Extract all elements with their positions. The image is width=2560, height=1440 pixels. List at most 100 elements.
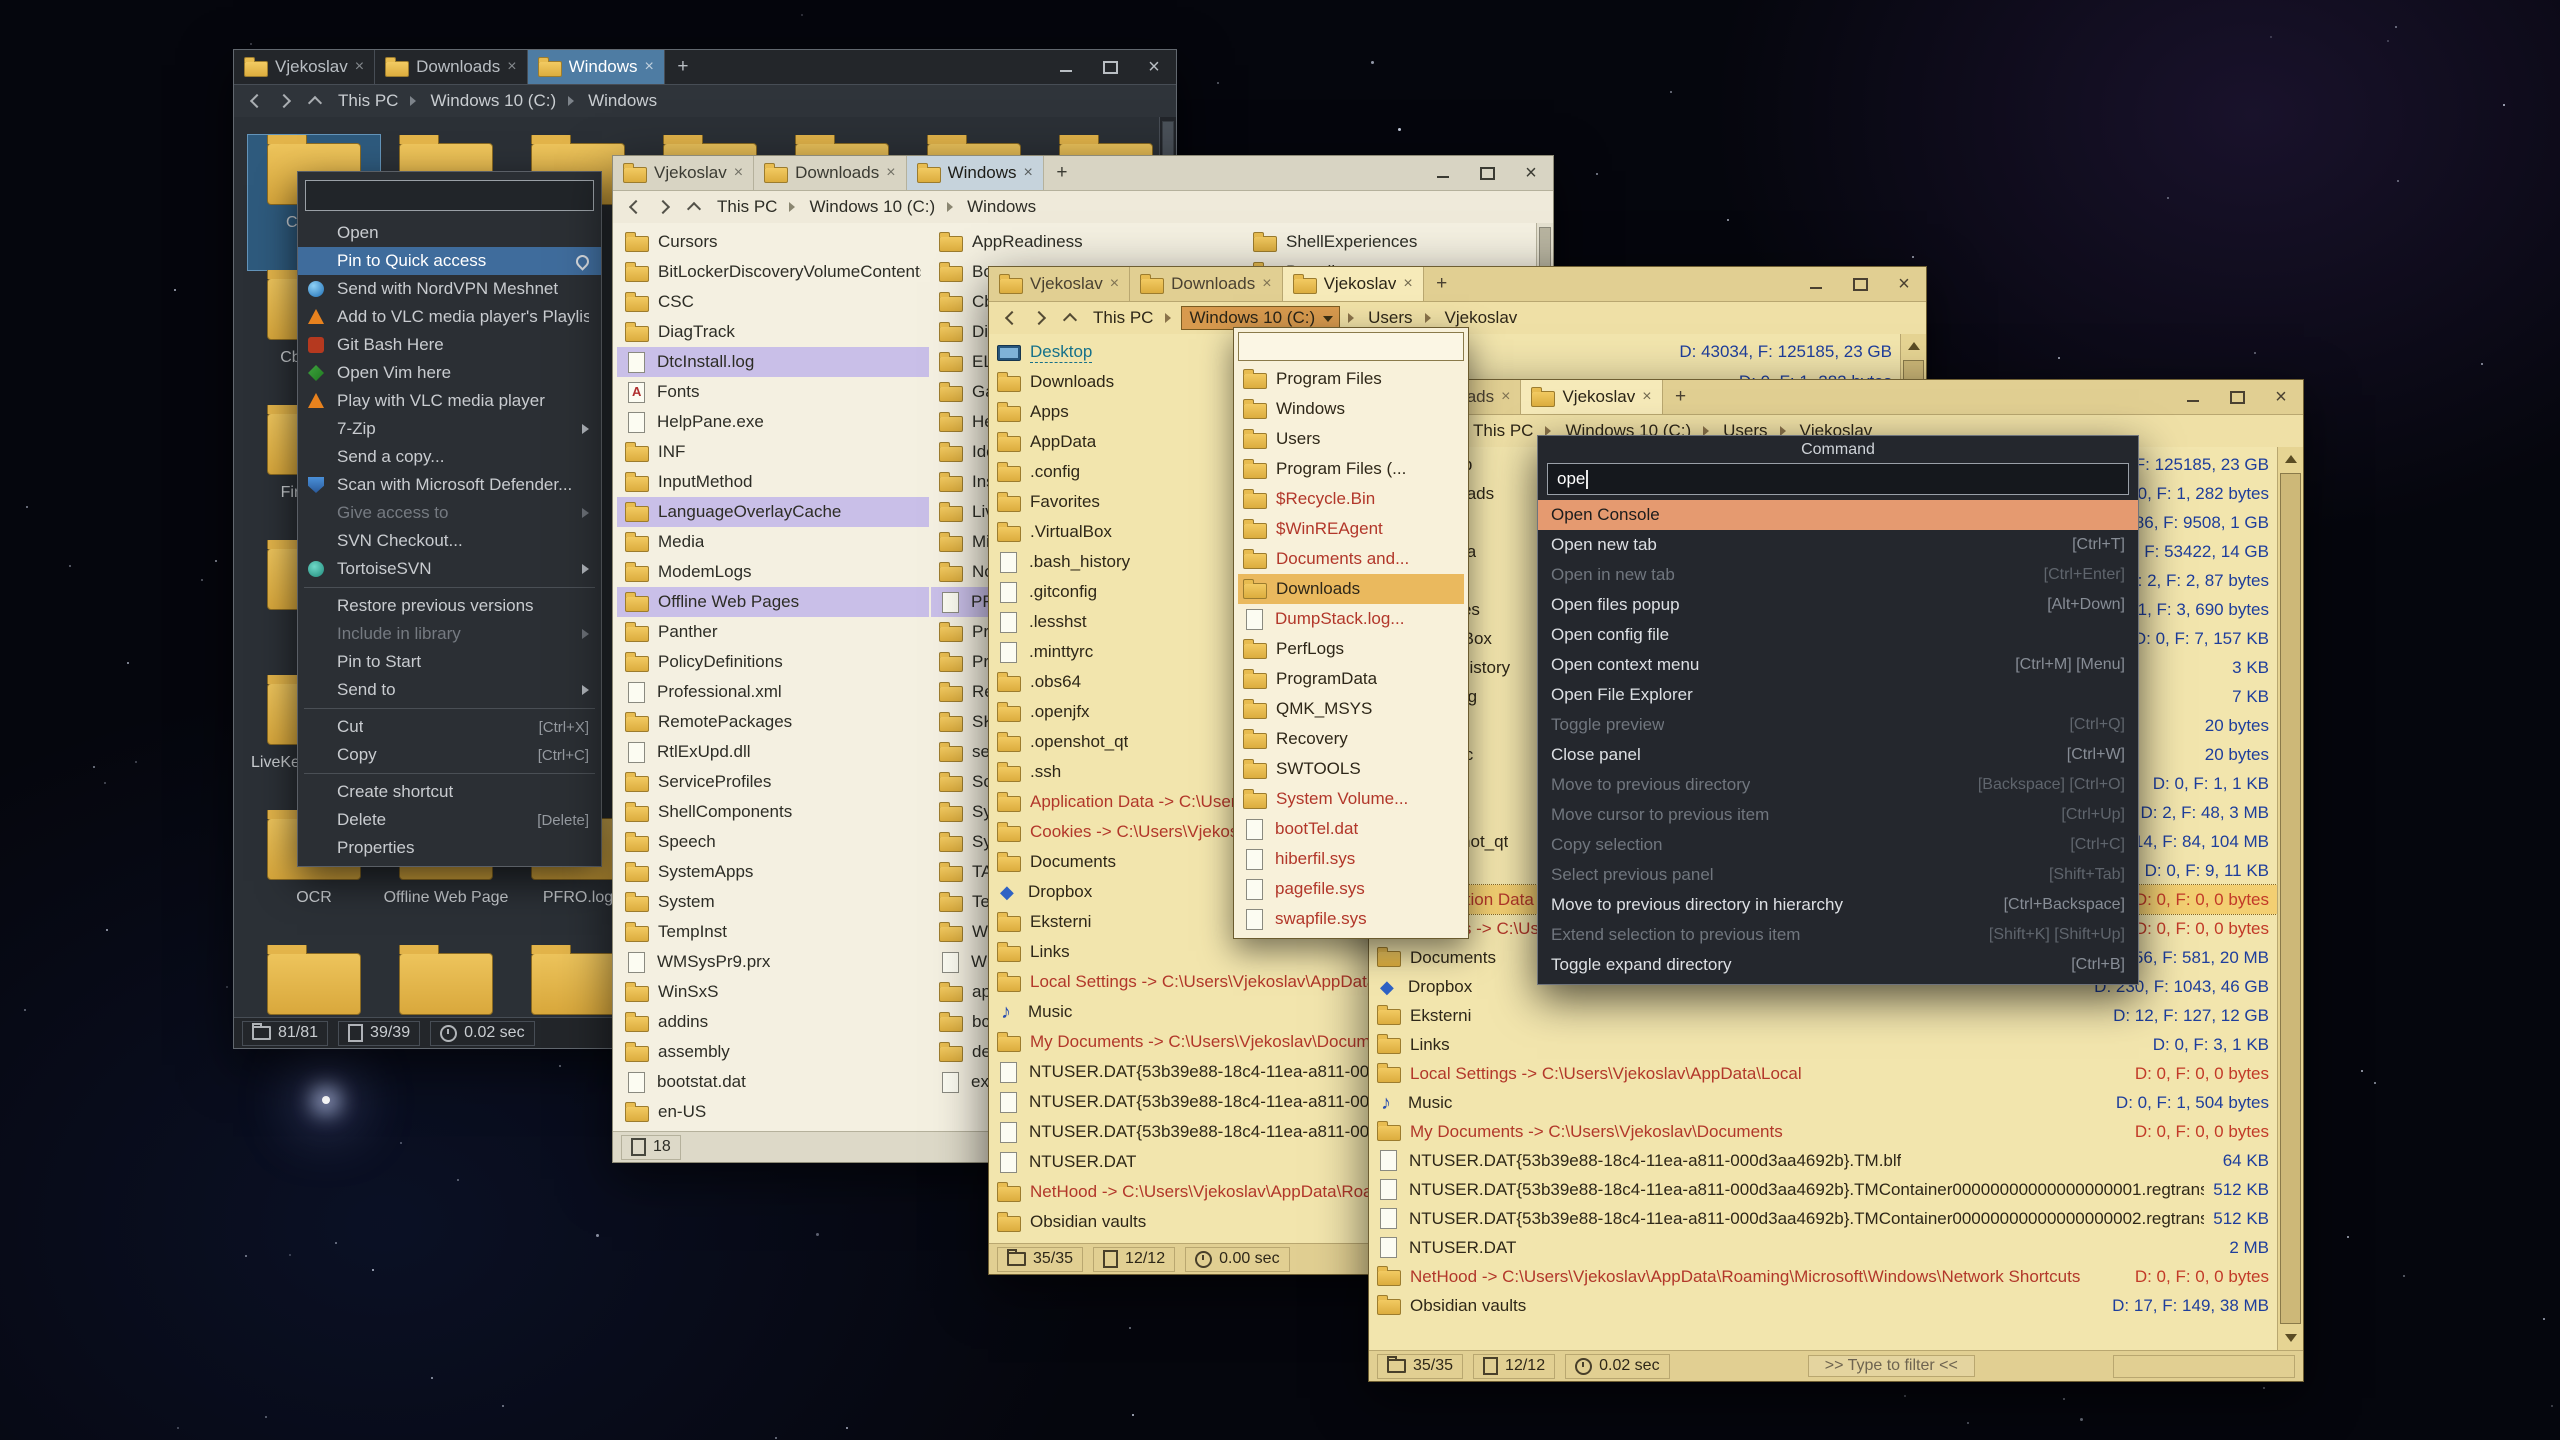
dropdown-filter-input[interactable]: [1238, 332, 1464, 361]
breadcrumb-segment[interactable]: Windows 10 (C:): [805, 196, 939, 218]
tab[interactable]: Vjekoslav: [1521, 380, 1662, 414]
palette-item[interactable]: Open files popup [Alt+Down]: [1538, 590, 2138, 620]
dropdown-item[interactable]: PerfLogs: [1238, 634, 1464, 664]
file-row[interactable]: assembly: [617, 1037, 929, 1067]
file-row[interactable]: LanguageOverlayCache: [617, 497, 929, 527]
file-row[interactable]: PolicyDefinitions: [617, 647, 929, 677]
new-tab-button[interactable]: [1663, 380, 1699, 414]
scroll-down-icon[interactable]: [2278, 1326, 2303, 1350]
context-menu-item[interactable]: Send to: [298, 676, 601, 704]
tab[interactable]: Vjekoslav: [613, 156, 754, 190]
file-row[interactable]: WMSysPr9.prx: [617, 947, 929, 977]
file-row[interactable]: Professional.xml: [617, 677, 929, 707]
minimize-button[interactable]: [2171, 380, 2215, 414]
context-menu-item[interactable]: Include in library: [298, 620, 601, 648]
breadcrumb-segment[interactable]: Windows 10 (C:): [426, 90, 560, 112]
breadcrumb-segment[interactable]: This PC: [334, 90, 402, 112]
file-row[interactable]: SystemApps: [617, 857, 929, 887]
new-tab-button[interactable]: [1424, 267, 1460, 301]
dropdown-item[interactable]: swapfile.sys: [1238, 904, 1464, 934]
file-row[interactable]: ShellComponents: [617, 797, 929, 827]
context-menu-item[interactable]: Copy [Ctrl+C]: [298, 741, 601, 769]
maximize-button[interactable]: [1838, 267, 1882, 301]
file-row[interactable]: NTUSER.DAT{53b39e88-18c4-11ea-a811-000d3…: [1369, 1146, 2277, 1175]
maximize-button[interactable]: [1088, 50, 1132, 84]
new-tab-button[interactable]: [1044, 156, 1080, 190]
file-row[interactable]: WinSxS: [617, 977, 929, 1007]
tab-close-icon[interactable]: [1262, 275, 1271, 293]
tab-close-icon[interactable]: [1642, 388, 1651, 406]
palette-item[interactable]: Open new tab [Ctrl+T]: [1538, 530, 2138, 560]
up-icon[interactable]: [1059, 307, 1081, 329]
file-row[interactable]: TempInst: [617, 917, 929, 947]
dropdown-item[interactable]: bootTel.dat: [1238, 814, 1464, 844]
dropdown-item[interactable]: SWTOOLS: [1238, 754, 1464, 784]
palette-item[interactable]: Extend selection to previous item [Shift…: [1538, 920, 2138, 950]
file-row[interactable]: en-US: [617, 1097, 929, 1127]
breadcrumb-segment[interactable]: This PC: [1469, 420, 1537, 442]
back-icon[interactable]: [244, 90, 266, 112]
context-menu-item[interactable]: Send a copy...: [298, 443, 601, 471]
forward-icon[interactable]: [274, 90, 296, 112]
palette-item[interactable]: Select previous panel [Shift+Tab]: [1538, 860, 2138, 890]
dropdown-item[interactable]: Program Files: [1238, 364, 1464, 394]
context-menu-item[interactable]: Create shortcut: [298, 778, 601, 806]
tab[interactable]: Vjekoslav: [989, 267, 1130, 301]
file-row[interactable]: Obsidian vaults D: 17, F: 149, 38 MB: [1369, 1291, 2277, 1320]
palette-item[interactable]: Open in new tab [Ctrl+Enter]: [1538, 560, 2138, 590]
file-row[interactable]: InputMethod: [617, 467, 929, 497]
breadcrumb-segment[interactable]: Users: [1364, 307, 1416, 329]
dropdown-item[interactable]: Windows: [1238, 394, 1464, 424]
dropdown-item[interactable]: Recovery: [1238, 724, 1464, 754]
file-row[interactable]: HelpPane.exe: [617, 407, 929, 437]
context-menu-filter-input[interactable]: [305, 180, 594, 211]
palette-item[interactable]: Move cursor to previous item [Ctrl+Up]: [1538, 800, 2138, 830]
context-menu-item[interactable]: Git Bash Here: [298, 331, 601, 359]
file-row[interactable]: CSC: [617, 287, 929, 317]
context-menu-item[interactable]: Play with VLC media player: [298, 387, 601, 415]
forward-icon[interactable]: [653, 196, 675, 218]
minimize-button[interactable]: [1794, 267, 1838, 301]
tab-close-icon[interactable]: [1024, 164, 1033, 182]
dropdown-item[interactable]: pagefile.sys: [1238, 874, 1464, 904]
file-row[interactable]: NTUSER.DAT{53b39e88-18c4-11ea-a811-000d3…: [1369, 1204, 2277, 1233]
dropdown-item[interactable]: Documents and...: [1238, 544, 1464, 574]
maximize-button[interactable]: [2215, 380, 2259, 414]
file-row[interactable]: addins: [617, 1007, 929, 1037]
file-row[interactable]: AppReadiness: [931, 227, 1243, 257]
file-row[interactable]: DiagTrack: [617, 317, 929, 347]
context-menu-item[interactable]: Open Vim here: [298, 359, 601, 387]
dropdown-item[interactable]: Program Files (...: [1238, 454, 1464, 484]
dropdown-item[interactable]: ProgramData: [1238, 664, 1464, 694]
forward-icon[interactable]: [1029, 307, 1051, 329]
minimize-button[interactable]: [1044, 50, 1088, 84]
tab-close-icon[interactable]: [1501, 388, 1510, 406]
file-row[interactable]: Speech: [617, 827, 929, 857]
scroll-up-icon[interactable]: [1901, 334, 1926, 358]
file-row[interactable]: Links D: 0, F: 3, 1 KB: [1369, 1030, 2277, 1059]
tab-close-icon[interactable]: [507, 58, 516, 76]
tab[interactable]: Downloads: [375, 50, 527, 84]
context-menu-item[interactable]: TortoiseSVN: [298, 555, 601, 583]
file-row[interactable]: ShellExperiences: [1245, 227, 1553, 257]
palette-item[interactable]: Open config file: [1538, 620, 2138, 650]
palette-item[interactable]: Move to previous directory [Backspace] […: [1538, 770, 2138, 800]
context-menu-item[interactable]: Add to VLC media player's Playlist: [298, 303, 601, 331]
breadcrumb-segment[interactable]: Windows: [584, 90, 661, 112]
tab[interactable]: Vjekoslav: [234, 50, 375, 84]
breadcrumb-segment[interactable]: Vjekoslav: [1441, 307, 1522, 329]
context-menu-item[interactable]: SVN Checkout...: [298, 527, 601, 555]
dropdown-item[interactable]: Downloads: [1238, 574, 1464, 604]
tab[interactable]: Windows: [907, 156, 1044, 190]
file-row[interactable]: NetHood -> C:\Users\Vjekoslav\AppData\Ro…: [1369, 1262, 2277, 1291]
breadcrumb-segment[interactable]: Windows: [963, 196, 1040, 218]
dropdown-item[interactable]: System Volume...: [1238, 784, 1464, 814]
up-icon[interactable]: [683, 196, 705, 218]
palette-item[interactable]: Close panel [Ctrl+W]: [1538, 740, 2138, 770]
palette-item[interactable]: Toggle expand directory [Ctrl+B]: [1538, 950, 2138, 980]
tab-close-icon[interactable]: [355, 58, 364, 76]
tab[interactable]: Windows: [528, 50, 665, 84]
file-row[interactable]: System: [617, 887, 929, 917]
file-row[interactable]: INF: [617, 437, 929, 467]
tab[interactable]: Vjekoslav: [1283, 267, 1424, 301]
